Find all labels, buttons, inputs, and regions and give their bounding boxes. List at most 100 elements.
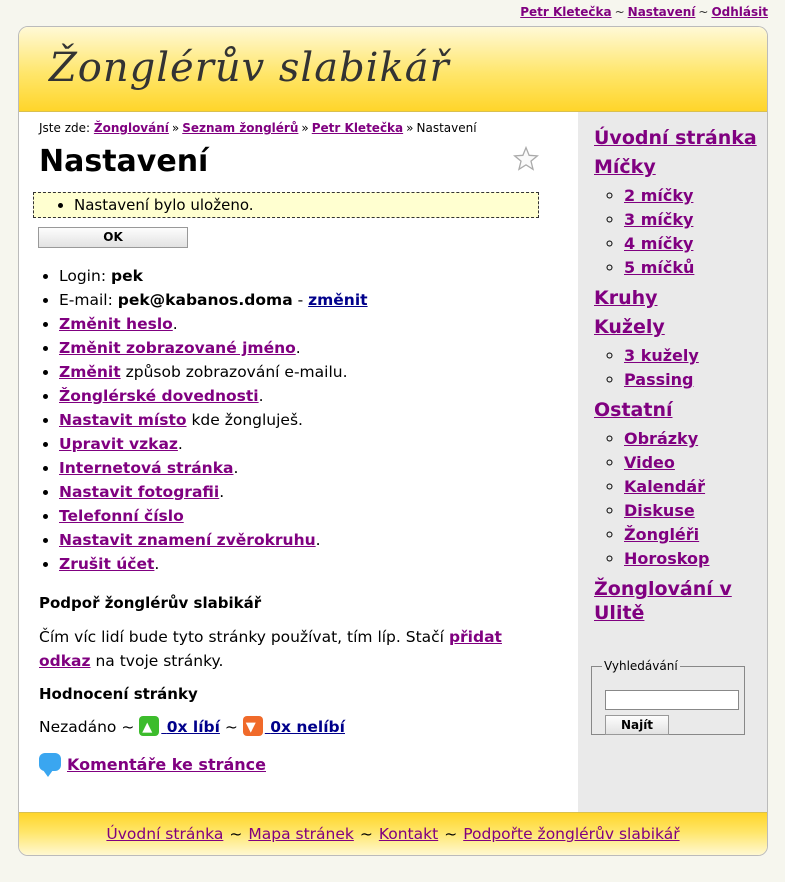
sidebar-item-horoscope[interactable]: Horoskop: [624, 549, 709, 568]
list-item: Nastavit znamení zvěrokruhu.: [59, 528, 569, 552]
list-item: Nastavit fotografii.: [59, 480, 569, 504]
support-heading: Podpoř žonglérův slabikář: [39, 594, 262, 612]
rating-row: Nezadáno ~ ▲ 0x líbí ~ ▼ 0x nelíbí: [39, 716, 345, 738]
search-legend: Vyhledávání: [604, 659, 678, 673]
separator: ~: [444, 825, 458, 843]
site-header: Žonglérův slabikář: [19, 27, 767, 112]
email-display-text: způsob zobrazování e-mailu.: [125, 363, 348, 381]
speech-bubble-icon: [39, 753, 61, 777]
punctuation: .: [233, 459, 239, 477]
comments-label: Komentáře ke stránce: [67, 755, 266, 774]
list-item: Zrušit účet.: [59, 552, 569, 576]
rating-heading: Hodnocení stránky: [39, 685, 198, 703]
set-place-link[interactable]: Nastavit místo: [59, 411, 187, 429]
punctuation: .: [315, 531, 321, 549]
sidebar-item-home[interactable]: Úvodní stránka: [594, 126, 764, 150]
footer-sitemap-link[interactable]: Mapa stránek: [248, 825, 354, 843]
breadcrumb-juggling[interactable]: Žonglování: [94, 121, 169, 135]
sidebar-item-passing[interactable]: Passing: [624, 370, 693, 389]
set-zodiac-link[interactable]: Nastavit znamení zvěrokruhu: [59, 531, 316, 549]
ok-button[interactable]: OK: [38, 227, 188, 248]
footer-contact-link[interactable]: Kontakt: [379, 825, 438, 843]
list-item: Nastavit místo kde žongluješ.: [59, 408, 569, 432]
user-bar: Petr Kletečka ~ Nastavení ~ Odhlásit: [520, 5, 768, 19]
list-item: 3 míčky: [624, 208, 764, 232]
list-item: Kalendář: [624, 475, 764, 499]
separator: -: [297, 291, 304, 309]
sidebar-item-ulita[interactable]: Žonglování v Ulitě: [594, 577, 764, 625]
punctuation: .: [219, 483, 225, 501]
breadcrumb-separator: »: [406, 121, 414, 135]
sidebar-item-2-balls[interactable]: 2 míčky: [624, 186, 693, 205]
search-box: Vyhledávání Najít: [591, 659, 745, 735]
list-item: Změnit zobrazované jméno.: [59, 336, 569, 360]
list-item: Diskuse: [624, 499, 764, 523]
breadcrumb-separator: »: [301, 121, 309, 135]
site-logo[interactable]: Žonglérův slabikář: [49, 45, 450, 91]
breadcrumb-user[interactable]: Petr Kletečka: [312, 121, 403, 135]
footer-home-link[interactable]: Úvodní stránka: [106, 825, 223, 843]
site-footer: Úvodní stránka ~ Mapa stránek ~ Kontakt ~ Podp…: [19, 812, 767, 855]
sidebar-item-rings[interactable]: Kruhy: [594, 286, 764, 310]
notice-message: Nastavení bylo uloženo.: [74, 193, 538, 217]
sidebar: Úvodní stránka Míčky 2 míčky 3 míčky 4 m…: [578, 112, 767, 812]
breadcrumb: Jste zde: Žonglování» Seznam žonglérů» Pet…: [39, 121, 477, 135]
sidebar-item-3-balls[interactable]: 3 míčky: [624, 210, 693, 229]
footer-support-link[interactable]: Podpořte žonglérův slabikář: [463, 825, 679, 843]
search-input[interactable]: [605, 690, 739, 710]
email-value: pek@kabanos.doma: [117, 291, 293, 309]
like-count: 0x líbí: [166, 718, 220, 736]
separator: ~: [229, 825, 243, 843]
like-link[interactable]: ▲ 0x líbí: [139, 716, 220, 736]
breadcrumb-jugglers-list[interactable]: Seznam žonglérů: [182, 121, 298, 135]
favorite-star-icon[interactable]: [513, 146, 539, 172]
sidebar-item-pictures[interactable]: Obrázky: [624, 429, 698, 448]
separator: ~: [224, 718, 238, 736]
list-item: Upravit vzkaz.: [59, 432, 569, 456]
list-item: Žongléři: [624, 523, 764, 547]
change-display-name-link[interactable]: Změnit zobrazované jméno: [59, 339, 296, 357]
sidebar-item-balls[interactable]: Míčky: [594, 155, 764, 179]
logout-link[interactable]: Odhlásit: [711, 5, 768, 19]
set-photo-link[interactable]: Nastavit fotografii: [59, 483, 219, 501]
user-profile-link[interactable]: Petr Kletečka: [520, 5, 611, 19]
sidebar-item-discussion[interactable]: Diskuse: [624, 501, 695, 520]
punctuation: .: [295, 339, 301, 357]
separator: ~: [698, 5, 709, 19]
edit-message-link[interactable]: Upravit vzkaz: [59, 435, 178, 453]
place-text: kde žongluješ.: [191, 411, 303, 429]
separator: ~: [614, 5, 625, 19]
cancel-account-link[interactable]: Zrušit účet: [59, 555, 154, 573]
login-label: Login:: [59, 267, 107, 285]
sidebar-item-jugglers[interactable]: Žongléři: [624, 525, 699, 544]
search-button[interactable]: Najít: [605, 715, 669, 735]
breadcrumb-prefix: Jste zde:: [39, 121, 91, 135]
settings-link[interactable]: Nastavení: [628, 5, 696, 19]
juggling-skills-link[interactable]: Žonglérské dovednosti: [59, 387, 259, 405]
change-email-display-link[interactable]: Změnit: [59, 363, 121, 381]
other-submenu: Obrázky Video Kalendář Diskuse Žongléři …: [594, 427, 764, 571]
rating-status: Nezadáno: [39, 718, 117, 736]
sidebar-item-calendar[interactable]: Kalendář: [624, 477, 705, 496]
change-password-link[interactable]: Změnit heslo: [59, 315, 173, 333]
list-item: 4 míčky: [624, 232, 764, 256]
phone-link[interactable]: Telefonní číslo: [59, 507, 184, 525]
list-item: Horoskop: [624, 547, 764, 571]
dislike-link[interactable]: ▼ 0x nelíbí: [242, 716, 345, 736]
change-email-link[interactable]: změnit: [308, 291, 367, 309]
sidebar-nav: Úvodní stránka Míčky 2 míčky 3 míčky 4 m…: [594, 126, 764, 630]
sidebar-item-clubs[interactable]: Kužely: [594, 315, 764, 339]
list-item: Změnit způsob zobrazování e-mailu.: [59, 360, 569, 384]
website-link[interactable]: Internetová stránka: [59, 459, 233, 477]
sidebar-item-video[interactable]: Video: [624, 453, 675, 472]
list-item: Video: [624, 451, 764, 475]
comments-link[interactable]: Komentáře ke stránce: [39, 753, 266, 777]
sidebar-item-other[interactable]: Ostatní: [594, 398, 764, 422]
sidebar-item-4-balls[interactable]: 4 míčky: [624, 234, 693, 253]
sidebar-item-3-clubs[interactable]: 3 kužely: [624, 346, 699, 365]
sidebar-item-5-balls[interactable]: 5 míčků: [624, 258, 694, 277]
list-item: E-mail: pek@kabanos.doma - změnit: [59, 288, 569, 312]
punctuation: .: [177, 435, 183, 453]
dislike-count: 0x nelíbí: [270, 718, 345, 736]
settings-list: Login: pek E-mail: pek@kabanos.doma - zm…: [19, 264, 569, 576]
